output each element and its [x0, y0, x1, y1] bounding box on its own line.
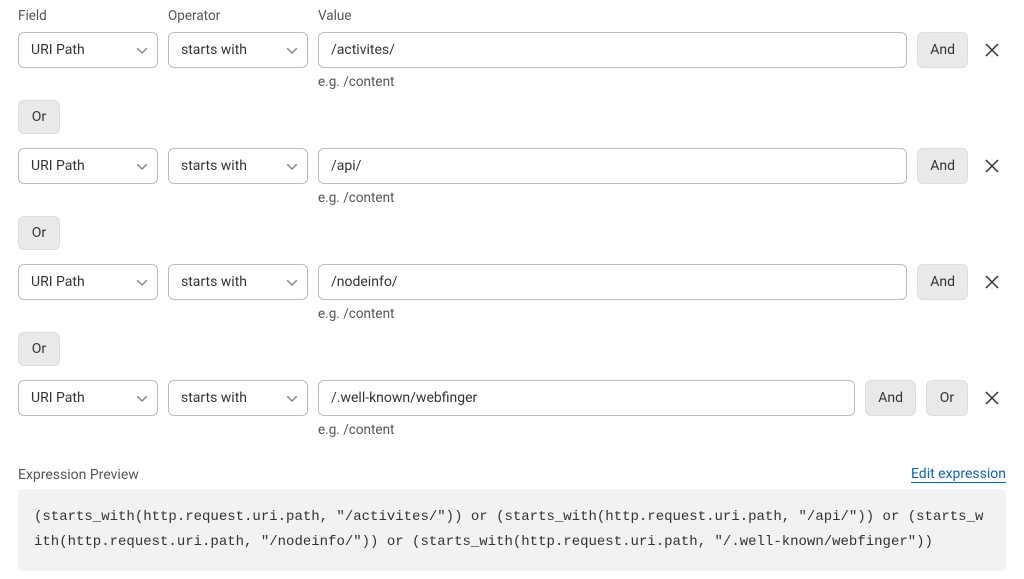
value-hint: e.g. /content [318, 304, 394, 322]
expression-preview-code: (starts_with(http.request.uri.path, "/ac… [18, 489, 1006, 571]
operator-select[interactable]: starts with [168, 264, 308, 300]
operator-select[interactable]: starts with [168, 148, 308, 184]
close-icon [985, 43, 999, 57]
operator-select-value: starts with [181, 390, 247, 406]
hint-row: e.g. /content [18, 304, 1006, 322]
chevron-down-icon [287, 390, 297, 406]
field-header: Field [18, 8, 168, 24]
field-select-value: URI Path [31, 42, 85, 58]
operator-select-value: starts with [181, 42, 247, 58]
value-input[interactable] [318, 148, 907, 184]
or-button[interactable]: Or [18, 216, 60, 250]
chevron-down-icon [287, 158, 297, 174]
and-button[interactable]: And [917, 148, 968, 184]
value-input[interactable] [318, 32, 907, 68]
preview-header: Expression Preview Edit expression [18, 466, 1006, 483]
hint-row: e.g. /content [18, 188, 1006, 206]
chevron-down-icon [137, 274, 147, 290]
field-select-value: URI Path [31, 390, 85, 406]
rule-row: URI Path starts with And Or [18, 380, 1006, 416]
or-button[interactable]: Or [926, 380, 968, 416]
chevron-down-icon [287, 274, 297, 290]
close-icon [985, 275, 999, 289]
column-headers: Field Operator Value [18, 8, 1006, 24]
field-select-value: URI Path [31, 274, 85, 290]
field-select[interactable]: URI Path [18, 380, 158, 416]
operator-select-value: starts with [181, 158, 247, 174]
chevron-down-icon [287, 42, 297, 58]
operator-select-value: starts with [181, 274, 247, 290]
chevron-down-icon [137, 158, 147, 174]
field-select[interactable]: URI Path [18, 264, 158, 300]
remove-rule-button[interactable] [978, 268, 1006, 296]
value-hint: e.g. /content [318, 72, 394, 90]
chevron-down-icon [137, 390, 147, 406]
operator-select[interactable]: starts with [168, 32, 308, 68]
rule-row: URI Path starts with And [18, 32, 1006, 68]
operator-select[interactable]: starts with [168, 380, 308, 416]
chevron-down-icon [137, 42, 147, 58]
value-input[interactable] [318, 380, 855, 416]
hint-row: e.g. /content [18, 72, 1006, 90]
remove-rule-button[interactable] [978, 384, 1006, 412]
value-hint: e.g. /content [318, 420, 394, 438]
remove-rule-button[interactable] [978, 152, 1006, 180]
remove-rule-button[interactable] [978, 36, 1006, 64]
or-button[interactable]: Or [18, 100, 60, 134]
value-input[interactable] [318, 264, 907, 300]
and-button[interactable]: And [917, 32, 968, 68]
rule-row: URI Path starts with And [18, 148, 1006, 184]
close-icon [985, 159, 999, 173]
field-select[interactable]: URI Path [18, 32, 158, 68]
edit-expression-link[interactable]: Edit expression [911, 466, 1006, 483]
value-header: Value [318, 8, 914, 24]
close-icon [985, 391, 999, 405]
preview-label: Expression Preview [18, 467, 139, 483]
hint-row: e.g. /content [18, 420, 1006, 438]
operator-header: Operator [168, 8, 318, 24]
and-button[interactable]: And [865, 380, 916, 416]
and-button[interactable]: And [917, 264, 968, 300]
value-hint: e.g. /content [318, 188, 394, 206]
field-select-value: URI Path [31, 158, 85, 174]
or-button[interactable]: Or [18, 332, 60, 366]
rule-row: URI Path starts with And [18, 264, 1006, 300]
field-select[interactable]: URI Path [18, 148, 158, 184]
